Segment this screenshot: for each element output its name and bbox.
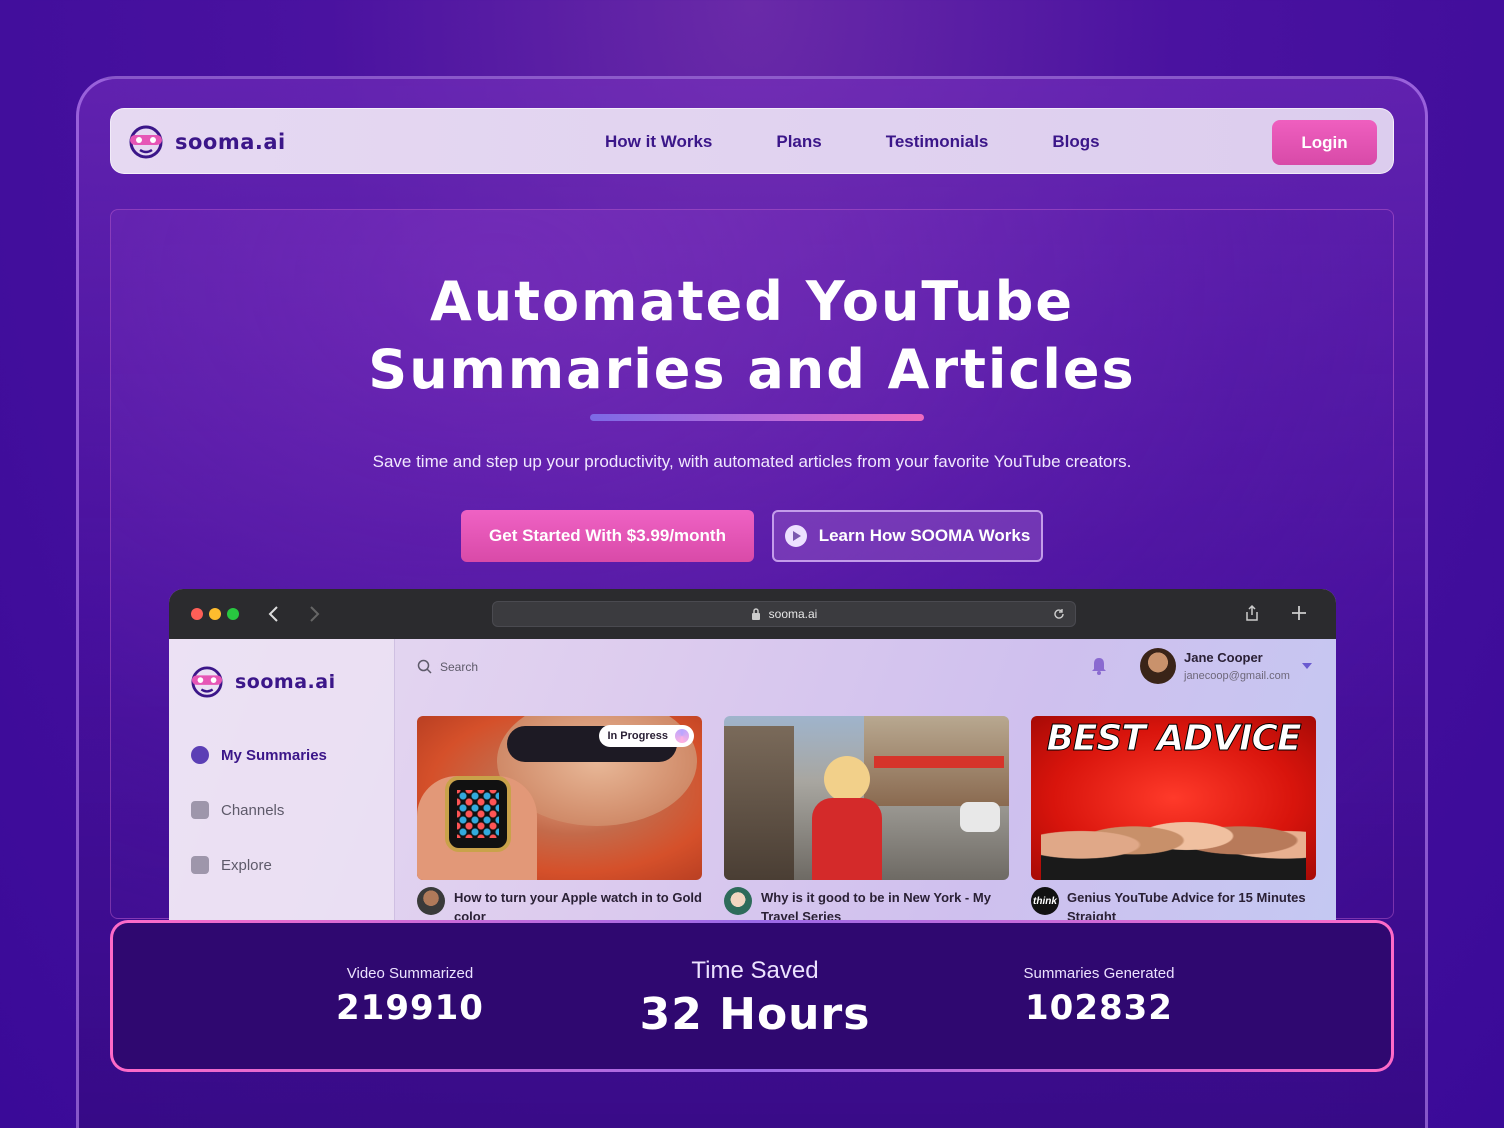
- forward-arrow-icon[interactable]: [307, 605, 321, 623]
- hero-title-line-2: Summaries and Articles: [368, 338, 1136, 401]
- status-badge: In Progress: [599, 725, 694, 747]
- learn-how-button[interactable]: Learn How SOOMA Works: [772, 510, 1043, 562]
- person-head: [824, 756, 870, 802]
- app-window: sooma.ai My Summaries Channels Explore S…: [169, 639, 1336, 929]
- title-underline: [590, 414, 924, 421]
- minimize-dot-icon[interactable]: [209, 608, 221, 620]
- brand-logo[interactable]: sooma.ai: [127, 125, 286, 159]
- watch-icon: [445, 776, 511, 852]
- user-email: janecoop@gmail.com: [1184, 670, 1290, 682]
- car-shape: [960, 802, 1000, 832]
- play-icon: [784, 525, 807, 547]
- brand-name: sooma.ai: [175, 130, 286, 154]
- maximize-dot-icon[interactable]: [227, 608, 239, 620]
- stat-value: 102832: [1025, 988, 1173, 1028]
- stat-label: Time Saved: [691, 957, 819, 984]
- reload-icon[interactable]: [1053, 608, 1065, 620]
- hero-title: Automated YouTube Summaries and Articles: [0, 268, 1504, 404]
- login-button[interactable]: Login: [1272, 120, 1377, 165]
- user-avatar[interactable]: [1140, 648, 1176, 684]
- video-card-thumbnail[interactable]: In Progress: [417, 716, 702, 880]
- app-logo[interactable]: sooma.ai: [189, 666, 336, 698]
- stat-time-saved: Time Saved 32 Hours: [587, 957, 923, 1040]
- chevron-down-icon[interactable]: [1302, 663, 1312, 669]
- browser-mockup: sooma.ai sooma.ai My Summaries Channels …: [169, 589, 1336, 929]
- stat-label: Summaries Generated: [1023, 965, 1175, 982]
- robot-logo-icon: [129, 125, 163, 159]
- search-placeholder: Search: [440, 659, 479, 674]
- sidebar-item-label: Channels: [221, 801, 285, 819]
- sidebar-item-explore[interactable]: Explore: [191, 856, 272, 874]
- watch-apps: [457, 790, 499, 838]
- bell-icon[interactable]: [1091, 656, 1107, 676]
- nav-blogs[interactable]: Blogs: [1052, 132, 1099, 152]
- back-arrow-icon[interactable]: [267, 605, 281, 623]
- lock-icon: [751, 608, 760, 620]
- group-of-people: [1041, 792, 1306, 880]
- address-bar[interactable]: sooma.ai: [492, 601, 1076, 627]
- radio-sign: [874, 756, 1004, 768]
- app-search[interactable]: Search: [417, 659, 478, 674]
- user-name: Jane Cooper: [1184, 650, 1263, 665]
- status-badge-label: In Progress: [607, 730, 668, 742]
- channel-avatar[interactable]: [724, 887, 752, 915]
- hero-subtitle: Save time and step up your productivity,…: [372, 452, 1132, 471]
- nav-how-it-works[interactable]: How it Works: [605, 132, 712, 152]
- share-icon[interactable]: [1245, 604, 1259, 622]
- stat-summaries-generated: Summaries Generated 102832: [1009, 965, 1189, 1028]
- summaries-icon: [191, 746, 209, 764]
- hero-title-line-1: Automated YouTube: [429, 270, 1075, 333]
- new-tab-icon[interactable]: [1291, 605, 1307, 621]
- url-text: sooma.ai: [768, 607, 818, 621]
- robot-logo-icon: [191, 666, 223, 698]
- thumbnail-headline: BEST ADVICE: [1046, 718, 1302, 760]
- stat-label: Video Summarized: [346, 965, 474, 982]
- sidebar-item-label: Explore: [221, 856, 272, 874]
- nav-plans[interactable]: Plans: [776, 132, 821, 152]
- search-icon: [417, 659, 432, 674]
- app-sidebar: sooma.ai My Summaries Channels Explore: [169, 639, 395, 929]
- video-card-thumbnail[interactable]: BEST ADVICE: [1031, 716, 1316, 880]
- learn-how-label: Learn How SOOMA Works: [818, 526, 1031, 545]
- sidebar-item-channels[interactable]: Channels: [191, 801, 284, 819]
- channel-avatar[interactable]: think: [1031, 887, 1059, 915]
- sidebar-item-my-summaries[interactable]: My Summaries: [191, 746, 327, 764]
- explore-icon: [191, 856, 209, 874]
- stats-panel: Video Summarized 219910 Time Saved 32 Ho…: [110, 920, 1394, 1072]
- channels-icon: [191, 801, 209, 819]
- close-dot-icon[interactable]: [191, 608, 203, 620]
- nav-links: How it Works Plans Testimonials Blogs: [605, 109, 1164, 175]
- stat-value: 32 Hours: [639, 989, 871, 1040]
- person-body: [812, 798, 882, 880]
- channel-avatar[interactable]: [417, 887, 445, 915]
- progress-ring-icon: [675, 729, 689, 743]
- video-card-thumbnail[interactable]: [724, 716, 1009, 880]
- stat-value: 219910: [336, 988, 484, 1028]
- app-brand-name: sooma.ai: [235, 671, 336, 693]
- stat-video-summarized: Video Summarized 219910: [330, 965, 490, 1028]
- top-navbar: sooma.ai How it Works Plans Testimonials…: [110, 108, 1394, 174]
- channel-avatar-text: think: [1033, 895, 1057, 907]
- building-left: [724, 726, 794, 880]
- browser-toolbar: sooma.ai: [169, 589, 1336, 639]
- get-started-button[interactable]: Get Started With $3.99/month: [461, 510, 754, 562]
- nav-testimonials[interactable]: Testimonials: [886, 132, 989, 152]
- sidebar-item-label: My Summaries: [221, 746, 327, 764]
